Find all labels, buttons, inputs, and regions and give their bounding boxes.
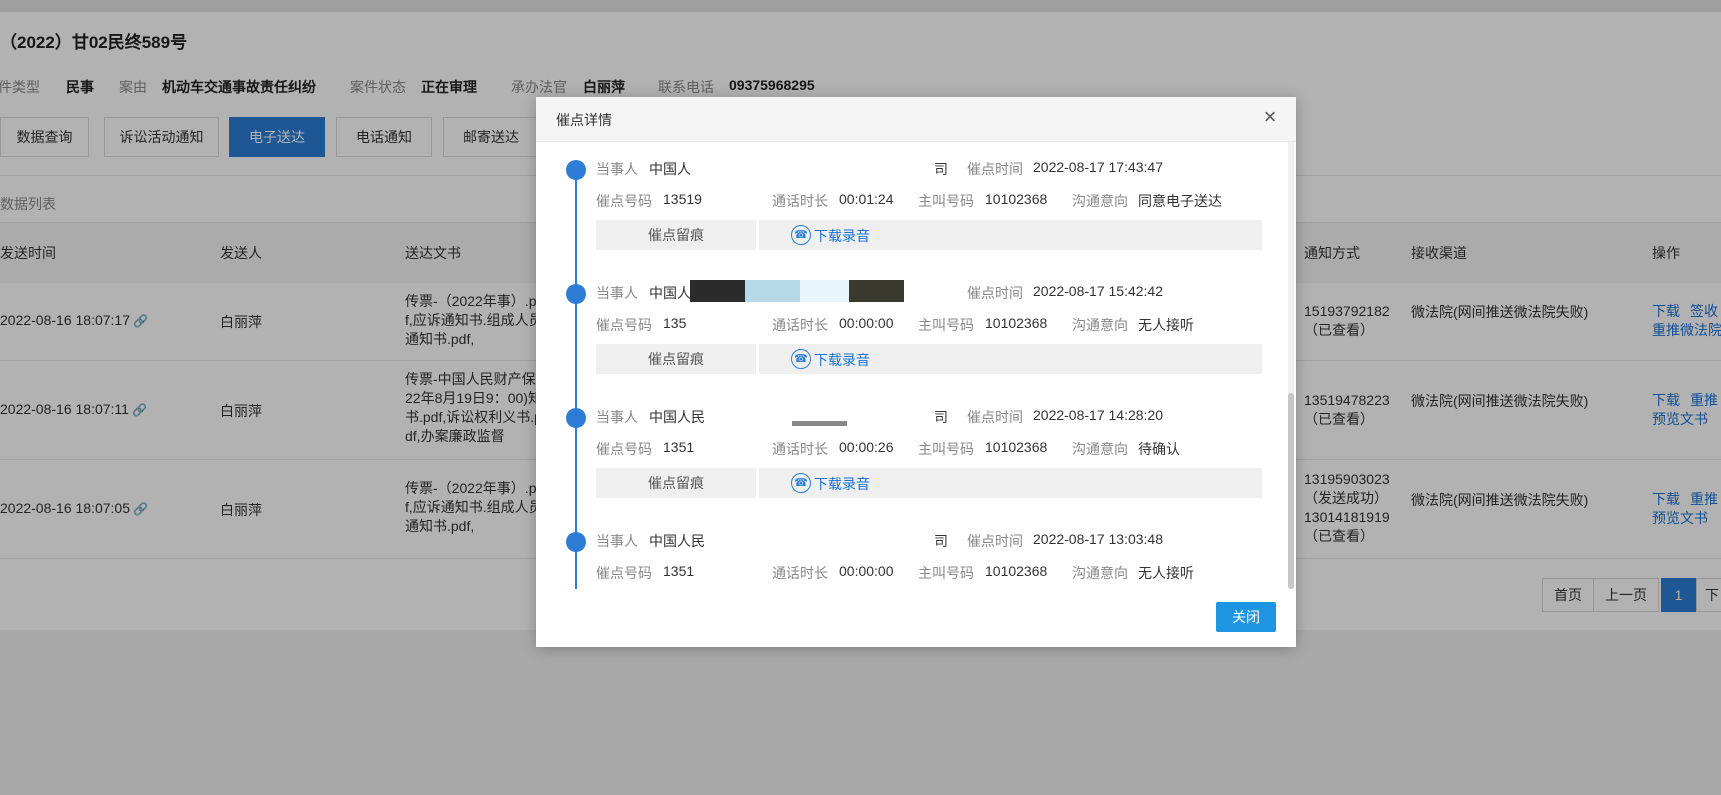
party-suffix: 司	[934, 533, 948, 549]
download-recording-link[interactable]: 下载录音	[814, 226, 870, 246]
timeline-dot	[566, 284, 586, 304]
dialog-body: 当事人 中国人 司 催点时间 2022-08-17 17:43:47 催点号码 …	[536, 142, 1296, 589]
intent-value: 同意电子送达	[1138, 193, 1222, 209]
number-label: 催点号码	[596, 565, 652, 581]
duration-value: 00:00:26	[839, 439, 894, 455]
time-value: 2022-08-17 15:42:42	[1033, 283, 1163, 299]
phone-icon: ☎	[791, 225, 811, 245]
number-value: 13519	[663, 191, 702, 207]
timeline-entry: 当事人 中国人 司 催点时间 2022-08-17 17:43:47 催点号码 …	[536, 142, 1296, 266]
trace-row: 催点留痕 ☎ 下载录音	[596, 468, 1262, 498]
time-value: 2022-08-17 14:28:20	[1033, 407, 1163, 423]
party-label: 当事人	[596, 161, 638, 177]
caller-value: 10102368	[985, 315, 1048, 331]
timeline-dot	[566, 532, 586, 552]
intent-value: 无人接听	[1138, 565, 1194, 581]
caller-value: 10102368	[985, 191, 1048, 207]
time-label: 催点时间	[967, 285, 1023, 301]
trace-row: 催点留痕 ☎ 下载录音	[596, 344, 1262, 374]
intent-label: 沟通意向	[1072, 441, 1128, 457]
trace-label: 催点留痕	[596, 344, 756, 374]
number-value: 1351	[663, 439, 695, 455]
time-label: 催点时间	[967, 409, 1023, 425]
party-label: 当事人	[596, 533, 638, 549]
caller-value: 10102368	[985, 563, 1048, 579]
audio-cell: ☎ 下载录音	[759, 220, 1262, 250]
redacted-block	[745, 280, 800, 302]
close-button[interactable]: 关闭	[1216, 602, 1276, 632]
party-suffix: 司	[934, 161, 948, 177]
number-label: 催点号码	[596, 441, 652, 457]
duration-label: 通话时长	[772, 565, 828, 581]
trace-label: 催点留痕	[596, 220, 756, 250]
party-suffix: 司	[934, 409, 948, 425]
party-value: 中国人	[649, 161, 691, 177]
caller-label: 主叫号码	[918, 565, 974, 581]
duration-value: 00:01:24	[839, 191, 894, 207]
redacted-block	[849, 280, 904, 302]
phone-icon: ☎	[791, 349, 811, 369]
caller-label: 主叫号码	[918, 317, 974, 333]
redacted-block	[792, 421, 847, 426]
intent-label: 沟通意向	[1072, 565, 1128, 581]
timeline-entry: 当事人 中国人 催点时间 2022-08-17 15:42:42 催点号码 13…	[536, 266, 1296, 390]
intent-label: 沟通意向	[1072, 193, 1128, 209]
close-icon[interactable]: ×	[1258, 106, 1282, 130]
party-label: 当事人	[596, 285, 638, 301]
duration-label: 通话时长	[772, 193, 828, 209]
time-label: 催点时间	[967, 533, 1023, 549]
party-label: 当事人	[596, 409, 638, 425]
time-value: 2022-08-17 13:03:48	[1033, 531, 1163, 547]
number-value: 1351	[663, 563, 695, 579]
duration-label: 通话时长	[772, 441, 828, 457]
number-value: 135	[663, 315, 687, 331]
duration-value: 00:00:00	[839, 563, 894, 579]
dialog-title: 催点详情	[556, 112, 612, 128]
number-label: 催点号码	[596, 193, 652, 209]
audio-cell: ☎ 下载录音	[759, 344, 1262, 374]
download-recording-link[interactable]: 下载录音	[814, 350, 870, 370]
duration-label: 通话时长	[772, 317, 828, 333]
dialog-scrollbar-thumb[interactable]	[1288, 393, 1294, 589]
duration-value: 00:00:00	[839, 315, 894, 331]
timeline-entry: 当事人 中国人民 司 催点时间 2022-08-17 14:28:20 催点号码…	[536, 390, 1296, 514]
trace-row: 催点留痕 ☎ 下载录音	[596, 220, 1262, 250]
download-recording-link[interactable]: 下载录音	[814, 474, 870, 494]
intent-label: 沟通意向	[1072, 317, 1128, 333]
party-value: 中国人	[649, 285, 691, 301]
dialog-header: 催点详情 ×	[536, 97, 1296, 142]
dialog-footer: 关闭	[536, 589, 1296, 647]
phone-icon: ☎	[791, 473, 811, 493]
reminder-detail-dialog: 催点详情 × 当事人 中国人 司 催点时间 2022-08-17 17:43:4…	[536, 97, 1296, 647]
intent-value: 待确认	[1138, 441, 1180, 457]
timeline-entry: 当事人 中国人民 司 催点时间 2022-08-17 13:03:48 催点号码…	[536, 514, 1296, 589]
number-label: 催点号码	[596, 317, 652, 333]
redacted-block	[690, 280, 745, 302]
time-value: 2022-08-17 17:43:47	[1033, 159, 1163, 175]
timeline-dot	[566, 408, 586, 428]
caller-label: 主叫号码	[918, 193, 974, 209]
party-value: 中国人民	[649, 533, 705, 549]
intent-value: 无人接听	[1138, 317, 1194, 333]
caller-value: 10102368	[985, 439, 1048, 455]
caller-label: 主叫号码	[918, 441, 974, 457]
timeline-dot	[566, 160, 586, 180]
audio-cell: ☎ 下载录音	[759, 468, 1262, 498]
time-label: 催点时间	[967, 161, 1023, 177]
party-value: 中国人民	[649, 409, 705, 425]
trace-label: 催点留痕	[596, 468, 756, 498]
